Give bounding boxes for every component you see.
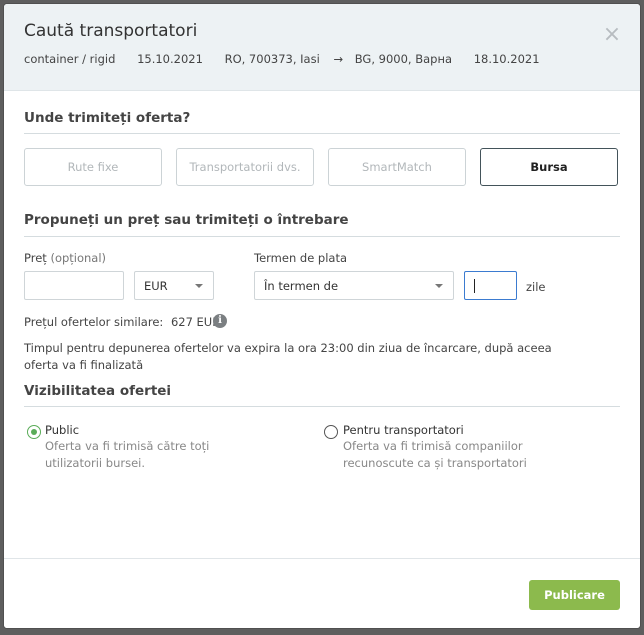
carriers-radio[interactable] [324, 425, 338, 439]
days-input[interactable] [464, 271, 517, 300]
visibility-heading: Vizibilitatea ofertei [24, 383, 172, 399]
currency-select[interactable]: EUR [134, 271, 214, 300]
option-your-carriers-button[interactable]: Transportatorii dvs. [176, 148, 314, 186]
similar-offers-price: Prețul ofertelor similare: 627 EUR [24, 315, 220, 329]
price-label: Preț (opțional) [24, 251, 106, 265]
chevron-down-icon [195, 284, 203, 288]
public-label[interactable]: Public [45, 423, 79, 437]
payment-term-select[interactable]: În termen de [254, 271, 454, 300]
destination-location: BG, 9000, Варна [354, 52, 453, 66]
deadline-note: Timpul pentru depunerea ofertelor va exp… [24, 341, 552, 372]
unload-date: 18.10.2021 [473, 52, 540, 66]
dialog-footer: Publicare [4, 558, 640, 628]
public-description-line1: Oferta va fi trimisă către toți [45, 439, 210, 453]
option-exchange-button[interactable]: Bursa [480, 148, 618, 186]
price-optional-text: (opțional) [50, 251, 107, 265]
vehicle-type: container / rigid [24, 52, 116, 66]
info-icon[interactable]: i [213, 314, 227, 328]
option-fixed-routes-button[interactable]: Rute fixe [24, 148, 162, 186]
offer-heading: Propuneți un preț sau trimiteți o întreb… [24, 212, 349, 228]
load-date: 15.10.2021 [137, 52, 203, 66]
carriers-description-line1: Oferta va fi trimisă companiilor [343, 439, 523, 453]
public-description: Oferta va fi trimisă către toți utilizat… [45, 438, 209, 472]
carriers-description-line2: recunoscute ca și transportatori [343, 456, 527, 470]
carriers-description: Oferta va fi trimisă companiilor recunos… [343, 438, 527, 472]
origin-location: RO, 700373, Iasi [224, 52, 320, 66]
publish-button[interactable]: Publicare [529, 580, 620, 610]
carriers-label[interactable]: Pentru transportatori [343, 423, 464, 437]
public-radio[interactable] [27, 425, 41, 439]
option-smartmatch-button[interactable]: SmartMatch [328, 148, 466, 186]
payment-term-label: Termen de plata [254, 251, 348, 265]
currency-value: EUR [144, 278, 168, 293]
search-carriers-dialog: Caută transportatori × container / rigid… [4, 4, 640, 628]
payment-term-value: În termen de [264, 278, 339, 293]
similar-offers-label: Prețul ofertelor similare: [24, 315, 164, 329]
route-summary: container / rigid 15.10.2021 RO, 700373,… [24, 52, 558, 66]
public-description-line2: utilizatorii bursei. [45, 456, 146, 470]
dialog-header: Caută transportatori × container / rigid… [4, 4, 640, 91]
divider [24, 406, 620, 407]
close-icon[interactable]: × [601, 24, 623, 46]
days-unit-label: zile [526, 280, 546, 294]
arrow-right-icon: → [333, 52, 344, 66]
divider [24, 133, 620, 134]
price-label-text: Preț [24, 251, 47, 265]
price-input[interactable] [24, 271, 124, 300]
send-to-heading: Unde trimiteți oferta? [24, 110, 191, 126]
text-cursor [474, 278, 475, 293]
dialog-title: Caută transportatori [24, 21, 198, 41]
chevron-down-icon [435, 284, 443, 288]
divider [24, 236, 620, 237]
